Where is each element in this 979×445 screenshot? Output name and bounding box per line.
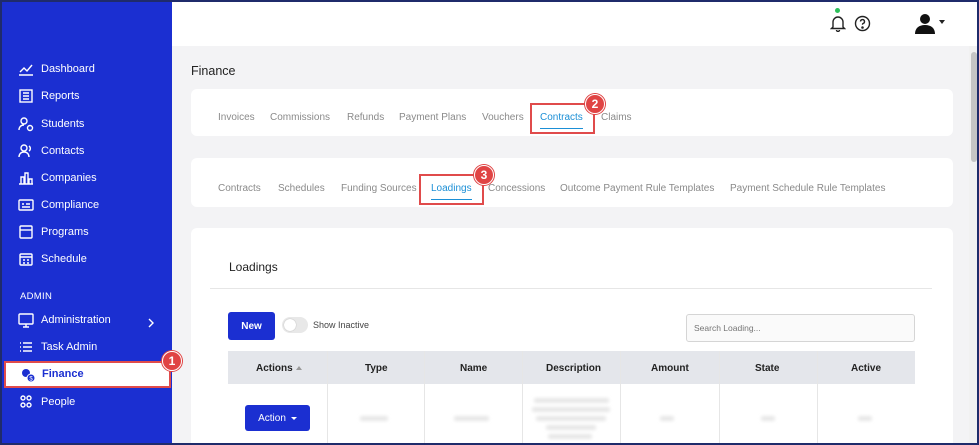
sidebar-section-admin: ADMIN: [20, 291, 53, 302]
chart-line-icon: [18, 61, 34, 77]
sidebar-item-programs[interactable]: Programs: [18, 222, 89, 242]
sidebar-item-companies[interactable]: Companies: [18, 168, 97, 188]
column-separator: [719, 351, 720, 443]
tab-invoices[interactable]: Invoices: [218, 112, 255, 123]
redacted-cell: [534, 398, 609, 403]
column-separator: [620, 351, 621, 443]
sidebar-item-compliance[interactable]: Compliance: [18, 195, 99, 215]
students-icon: [18, 116, 34, 132]
sidebar-item-label: Reports: [41, 90, 80, 102]
divider: [210, 288, 932, 289]
sidebar: Dashboard Reports Students Contacts Comp…: [2, 2, 182, 443]
column-separator: [424, 351, 425, 443]
notification-dot: [835, 8, 840, 13]
step-badge-3: 3: [474, 165, 494, 185]
column-header-actions[interactable]: Actions: [256, 363, 302, 374]
calendar-icon: [18, 251, 34, 267]
sidebar-item-schedule[interactable]: Schedule: [18, 249, 87, 269]
show-inactive-toggle[interactable]: [282, 317, 308, 333]
list-icon: [18, 339, 34, 355]
subtab-payment-schedule-rule-templates[interactable]: Payment Schedule Rule Templates: [730, 183, 885, 194]
column-header-type[interactable]: Type: [365, 363, 388, 374]
programs-icon: [18, 224, 34, 240]
sidebar-item-label: Programs: [41, 226, 89, 238]
step-badge-1: 1: [162, 351, 182, 371]
tab-claims[interactable]: Claims: [601, 112, 632, 123]
sidebar-item-label: Finance: [42, 368, 84, 380]
chevron-down-icon[interactable]: [939, 20, 945, 24]
new-button[interactable]: New: [228, 312, 275, 340]
chevron-right-icon[interactable]: [146, 315, 156, 328]
monitor-icon: [18, 312, 34, 328]
redacted-cell: [761, 416, 775, 421]
sidebar-item-label: Compliance: [41, 199, 100, 211]
redacted-cell: [660, 416, 674, 421]
sidebar-item-reports[interactable]: Reports: [18, 86, 80, 106]
bell-icon[interactable]: [829, 14, 847, 33]
row-action-button[interactable]: Action: [245, 405, 310, 431]
tab-vouchers[interactable]: Vouchers: [482, 112, 524, 123]
sidebar-item-task-admin[interactable]: Task Admin: [18, 337, 97, 357]
finance-icon: $: [20, 367, 36, 383]
column-separator: [817, 351, 818, 443]
people-icon: [18, 394, 34, 410]
compliance-icon: [18, 197, 34, 213]
sidebar-item-students[interactable]: Students: [18, 114, 84, 134]
tab-payment-plans[interactable]: Payment Plans: [399, 112, 466, 123]
sidebar-item-contacts[interactable]: Contacts: [18, 141, 84, 161]
redacted-cell: [454, 416, 489, 421]
report-icon: [18, 88, 34, 104]
loadings-title: Loadings: [229, 260, 278, 274]
sidebar-item-people[interactable]: People: [18, 392, 75, 412]
scrollbar-thumb[interactable]: [971, 52, 977, 162]
subtab-schedules[interactable]: Schedules: [278, 183, 325, 194]
sort-up-icon[interactable]: [295, 366, 302, 371]
tab-refunds[interactable]: Refunds: [347, 112, 384, 123]
show-inactive-label: Show Inactive: [313, 320, 370, 330]
subtab-funding-sources[interactable]: Funding Sources: [341, 183, 417, 194]
redacted-cell: [360, 416, 388, 421]
column-separator: [327, 351, 328, 443]
subtab-outcome-payment-rule-templates[interactable]: Outcome Payment Rule Templates: [560, 183, 714, 194]
search-input[interactable]: [686, 314, 915, 342]
redacted-cell: [546, 425, 596, 430]
scrollbar[interactable]: [969, 46, 977, 443]
redacted-cell: [536, 416, 606, 421]
sidebar-item-label: Students: [41, 118, 85, 130]
user-avatar-icon[interactable]: [914, 12, 936, 34]
column-header-active[interactable]: Active: [851, 363, 881, 374]
column-header-amount[interactable]: Amount: [651, 363, 689, 374]
app-window: Dashboard Reports Students Contacts Comp…: [0, 0, 979, 445]
column-header-state[interactable]: State: [755, 363, 779, 374]
contacts-icon: [18, 143, 34, 159]
sidebar-item-label: People: [41, 396, 76, 408]
sidebar-item-dashboard[interactable]: Dashboard: [18, 59, 95, 79]
sidebar-item-label: Companies: [41, 172, 97, 184]
sidebar-item-finance[interactable]: $ Finance: [4, 361, 171, 388]
subtab-concessions[interactable]: Concessions: [488, 183, 545, 194]
column-header-name[interactable]: Name: [460, 363, 487, 374]
sidebar-item-label: Contacts: [41, 145, 85, 157]
chevron-down-icon: [290, 416, 297, 420]
sidebar-item-label: Task Admin: [41, 341, 98, 353]
redacted-cell: [532, 407, 610, 412]
sidebar-item-label: Administration: [41, 314, 111, 326]
help-icon[interactable]: [854, 15, 871, 32]
redacted-cell: [858, 416, 872, 421]
column-separator: [522, 351, 523, 443]
step-badge-2: 2: [585, 94, 605, 114]
column-header-description[interactable]: Description: [546, 363, 601, 374]
page-title: Finance: [191, 64, 236, 78]
sidebar-item-label: Dashboard: [41, 63, 95, 75]
tab-commissions[interactable]: Commissions: [270, 112, 330, 123]
sidebar-item-administration[interactable]: Administration: [18, 310, 111, 330]
subtab-contracts[interactable]: Contracts: [218, 183, 261, 194]
redacted-cell: [548, 434, 592, 439]
sidebar-item-label: Schedule: [41, 253, 87, 265]
companies-icon: [18, 170, 34, 186]
